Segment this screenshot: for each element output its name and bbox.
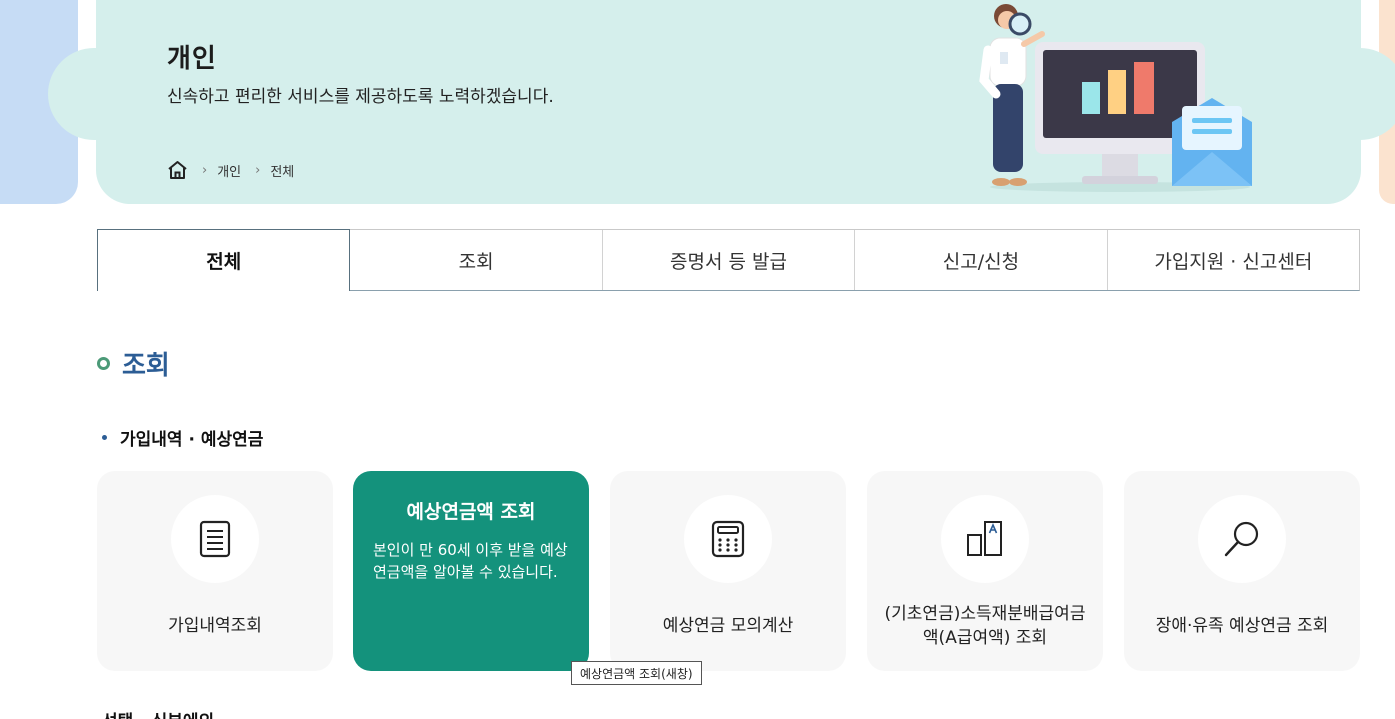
circle-bullet-icon: [97, 357, 110, 370]
page-title: 개인: [167, 44, 217, 74]
document-icon: [199, 520, 231, 558]
chevron-right-icon: ›: [255, 162, 261, 178]
card-icon-circle: [684, 495, 772, 583]
card-expected-pension[interactable]: 예상연금액 조회 본인이 만 60세 이후 받을 예상연금액을 알아볼 수 있습…: [353, 471, 589, 671]
subsection-title: 가입내역 · 예상연금: [120, 430, 264, 450]
home-icon[interactable]: [167, 160, 188, 180]
dot-bullet-icon: [102, 435, 107, 440]
tab-all[interactable]: 전체: [97, 229, 351, 291]
breadcrumb-item[interactable]: 개인: [217, 161, 241, 180]
card-icon-circle: [1198, 495, 1286, 583]
tab-support-center[interactable]: 가입지원 · 신고센터: [1107, 230, 1360, 290]
hero-illustration: [979, 4, 1252, 192]
next-subsection-title: 선택 · 심부에의: [102, 707, 214, 719]
card-label: (기초연금)소득재분배급여금액(A급여액) 조회: [884, 604, 1086, 648]
card-title: 예상연금액 조회: [406, 501, 536, 523]
magnifier-icon: [1224, 521, 1259, 557]
card-label: 가입내역조회: [168, 616, 262, 636]
a-value-icon: [967, 521, 1002, 556]
card-label: 장애·유족 예상연금 조회: [1155, 616, 1329, 636]
card-icon-circle: [941, 495, 1029, 583]
card-enrollment-history[interactable]: 가입내역조회: [97, 471, 333, 671]
breadcrumb: › 개인 › 전체: [167, 160, 294, 180]
card-disability-survivor-pension[interactable]: 장애·유족 예상연금 조회: [1124, 471, 1360, 671]
card-label: 예상연금 모의계산: [662, 616, 794, 636]
subsection-heading: 가입내역 · 예상연금: [102, 425, 263, 450]
breadcrumb-item[interactable]: 전체: [270, 161, 294, 180]
card-a-value-inquiry[interactable]: (기초연금)소득재분배급여금액(A급여액) 조회: [867, 471, 1103, 671]
chevron-right-icon: ›: [202, 162, 208, 178]
page-subtitle: 신속하고 편리한 서비스를 제공하도록 노력하겠습니다.: [167, 87, 554, 107]
calculator-icon: [711, 520, 745, 558]
card-pension-simulation[interactable]: 예상연금 모의계산: [610, 471, 846, 671]
tab-certificate[interactable]: 증명서 등 발급: [602, 230, 856, 290]
tooltip: 예상연금액 조회(새창): [571, 661, 702, 685]
section-title: 조회: [122, 351, 170, 381]
tab-inquiry[interactable]: 조회: [350, 230, 603, 290]
tab-report-apply[interactable]: 신고/신청: [855, 230, 1108, 290]
card-icon-circle: [171, 495, 259, 583]
category-tabs: 전체 조회 증명서 등 발급 신고/신청 가입지원 · 신고센터: [97, 229, 1360, 291]
service-cards: 가입내역조회 예상연금액 조회 본인이 만 60세 이후 받을 예상연금액을 알…: [97, 471, 1360, 671]
section-heading: 조회: [97, 345, 170, 382]
card-description: 본인이 만 60세 이후 받을 예상연금액을 알아볼 수 있습니다.: [373, 541, 568, 581]
